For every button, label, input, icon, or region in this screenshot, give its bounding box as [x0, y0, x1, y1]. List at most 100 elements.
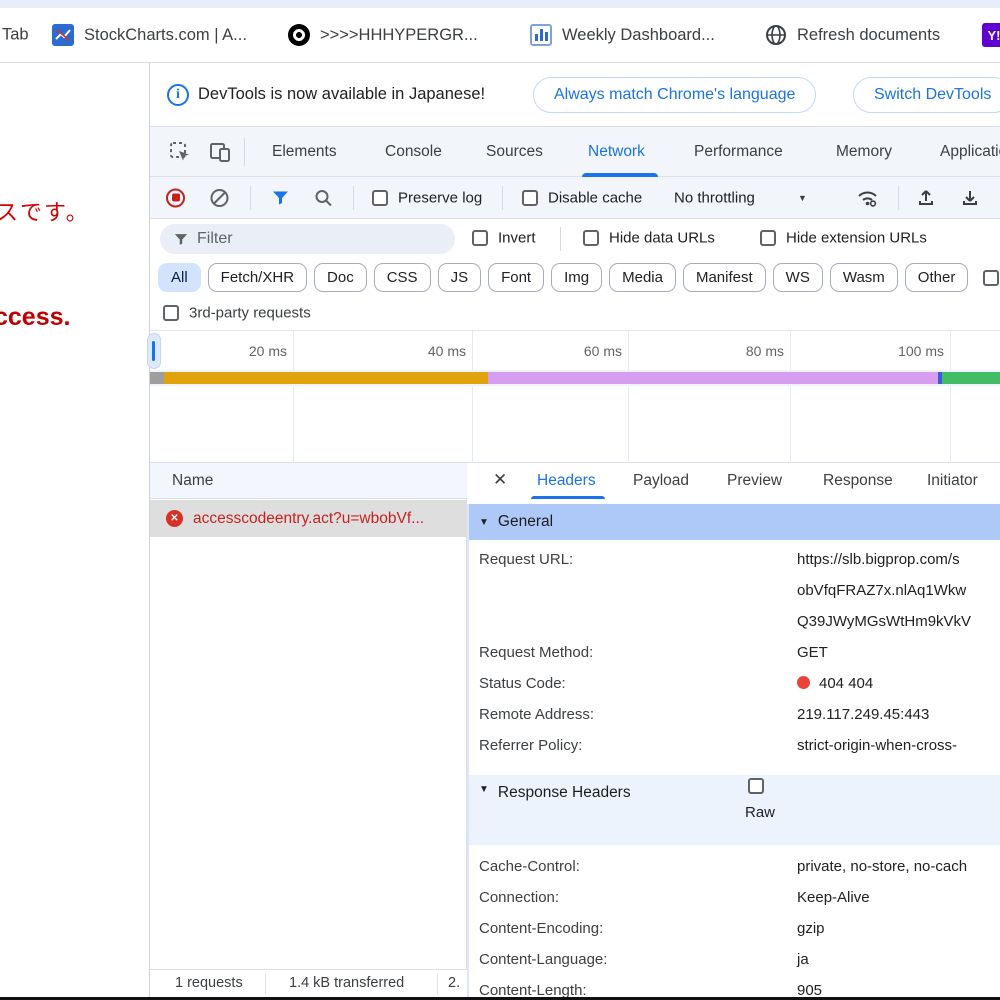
tab-memory[interactable]: Memory	[836, 127, 892, 177]
bookmarks-bar: Tab StockCharts.com | A... >>>>HHHYPERGR…	[0, 8, 1000, 63]
network-overview: 20 ms 40 ms 60 ms 80 ms 100 ms	[150, 331, 1000, 463]
black-circle-icon	[288, 24, 310, 46]
bookmark-new-tab[interactable]: Tab	[2, 26, 29, 45]
overview-timeline-bar[interactable]	[150, 372, 1000, 384]
segment-queueing	[150, 372, 164, 384]
chip-other[interactable]: Other	[905, 263, 969, 292]
general-section-header[interactable]: ▼ General	[469, 504, 1000, 540]
chip-css[interactable]: CSS	[374, 263, 431, 292]
chip-fetch-xhr[interactable]: Fetch/XHR	[208, 263, 307, 292]
raw-checkbox[interactable]	[748, 778, 764, 794]
network-toolbar: Preserve log Disable cache No throttling…	[150, 177, 1000, 219]
gridline	[790, 331, 791, 463]
blocked-checkbox-group[interactable]: Blocked	[983, 269, 1000, 286]
import-har-icon[interactable]	[916, 188, 936, 208]
tab-performance[interactable]: Performance	[694, 127, 783, 177]
match-language-button[interactable]: Always match Chrome's language	[533, 77, 816, 113]
bookmark-refresh-documents[interactable]: Refresh documents	[765, 24, 940, 46]
request-url-line2: obVfqFRAZ7x.nlAq1Wkw	[797, 582, 966, 599]
close-icon[interactable]: ✕	[493, 470, 507, 490]
raw-label[interactable]: Raw	[745, 804, 775, 821]
tab-response[interactable]: Response	[823, 463, 893, 499]
name-column-header[interactable]: Name	[150, 463, 467, 499]
chip-manifest[interactable]: Manifest	[683, 263, 766, 292]
tab-network[interactable]: Network	[588, 127, 645, 177]
chip-img[interactable]: Img	[551, 263, 602, 292]
chip-media[interactable]: Media	[609, 263, 676, 292]
response-headers-section-header[interactable]: ▼ Response Headers Raw	[469, 775, 1000, 845]
hide-data-urls-label[interactable]: Hide data URLs	[609, 230, 715, 247]
tab-sources[interactable]: Sources	[486, 127, 543, 177]
devtools-tabbar: Elements Console Sources Network Perform…	[150, 127, 1000, 177]
bar-chart-icon	[530, 24, 552, 46]
details-tabbar: ✕ Headers Payload Preview Response Initi…	[467, 463, 1000, 499]
chevron-down-icon[interactable]: ▼	[798, 193, 807, 203]
third-party-label[interactable]: 3rd-party requests	[189, 305, 311, 322]
request-url-line3: Q39JWyMGsWtHm9kVkV	[797, 613, 971, 630]
throttling-select[interactable]: No throttling	[674, 189, 755, 206]
export-har-icon[interactable]	[960, 188, 980, 208]
preserve-log-label[interactable]: Preserve log	[398, 189, 482, 206]
request-table: Name ✕ accesscodeentry.act?u=wbobVf...	[150, 463, 467, 969]
tick-60ms: 60 ms	[552, 343, 622, 359]
bookmark-weekly-dashboard[interactable]: Weekly Dashboard...	[530, 24, 715, 46]
bookmark-stockcharts[interactable]: StockCharts.com | A...	[52, 24, 247, 46]
tab-payload[interactable]: Payload	[633, 463, 689, 499]
connection-value: Keep-Alive	[797, 889, 870, 906]
content-encoding-label: Content-Encoding:	[479, 920, 603, 937]
globe-icon	[765, 24, 787, 46]
clear-icon[interactable]	[210, 188, 229, 207]
request-url-line1: https://slb.bigprop.com/s	[797, 551, 960, 568]
search-icon[interactable]	[314, 188, 333, 207]
status-code-value: 404 404	[797, 675, 873, 692]
device-toolbar-icon[interactable]	[208, 140, 232, 164]
tab-initiator[interactable]: Initiator	[927, 463, 978, 499]
record-button[interactable]	[166, 188, 185, 207]
tick-80ms: 80 ms	[714, 343, 784, 359]
tab-preview[interactable]: Preview	[727, 463, 782, 499]
chip-js[interactable]: JS	[438, 263, 482, 292]
preserve-log-checkbox[interactable]	[372, 190, 388, 206]
request-url-label: Request URL:	[479, 551, 573, 568]
request-row-selected[interactable]: ✕ accesscodeentry.act?u=wbobVf...	[150, 500, 467, 537]
chip-ws[interactable]: WS	[773, 263, 823, 292]
invert-label[interactable]: Invert	[498, 230, 536, 247]
bookmark-hhhypergr[interactable]: >>>>HHHYPERGR...	[288, 24, 478, 46]
segment-download	[942, 372, 1000, 384]
chip-font[interactable]: Font	[488, 263, 544, 292]
content-encoding-value: gzip	[797, 920, 825, 937]
overview-drag-handle[interactable]	[147, 333, 161, 369]
tab-console[interactable]: Console	[385, 127, 442, 177]
referrer-policy-label: Referrer Policy:	[479, 737, 582, 754]
page-error-text: ccess.	[0, 303, 70, 332]
invert-checkbox[interactable]	[472, 230, 488, 246]
page-content: スです。 ccess.	[0, 63, 150, 997]
chip-wasm[interactable]: Wasm	[830, 263, 898, 292]
bookmark-yahoo[interactable]: Y!	[982, 23, 1000, 47]
tab-headers[interactable]: Headers	[537, 463, 596, 499]
tab-elements[interactable]: Elements	[272, 127, 337, 177]
inspect-element-icon[interactable]	[168, 140, 192, 164]
third-party-checkbox[interactable]	[163, 305, 179, 321]
hide-extension-urls-label[interactable]: Hide extension URLs	[786, 230, 927, 247]
network-filter-input[interactable]: Filter	[160, 224, 455, 254]
bookmark-label: Refresh documents	[797, 26, 940, 45]
blocked-checkbox[interactable]	[983, 270, 999, 286]
window-top-strip	[0, 0, 1000, 8]
network-conditions-icon[interactable]	[856, 188, 880, 208]
tab-application[interactable]: Application	[940, 127, 1000, 177]
error-icon: ✕	[166, 510, 183, 527]
chip-all[interactable]: All	[158, 263, 201, 292]
filter-funnel-icon[interactable]	[272, 190, 289, 205]
disable-cache-checkbox[interactable]	[522, 190, 538, 206]
stockcharts-icon	[52, 24, 74, 46]
chip-doc[interactable]: Doc	[314, 263, 367, 292]
remote-address-label: Remote Address:	[479, 706, 594, 723]
cache-control-value: private, no-store, no-cach	[797, 858, 967, 875]
hide-extension-urls-checkbox[interactable]	[760, 230, 776, 246]
switch-devtools-button[interactable]: Switch DevTools	[853, 77, 1000, 113]
hide-data-urls-checkbox[interactable]	[583, 230, 599, 246]
disable-cache-label[interactable]: Disable cache	[548, 189, 642, 206]
connection-label: Connection:	[479, 889, 559, 906]
bookmark-label: StockCharts.com | A...	[84, 26, 247, 45]
